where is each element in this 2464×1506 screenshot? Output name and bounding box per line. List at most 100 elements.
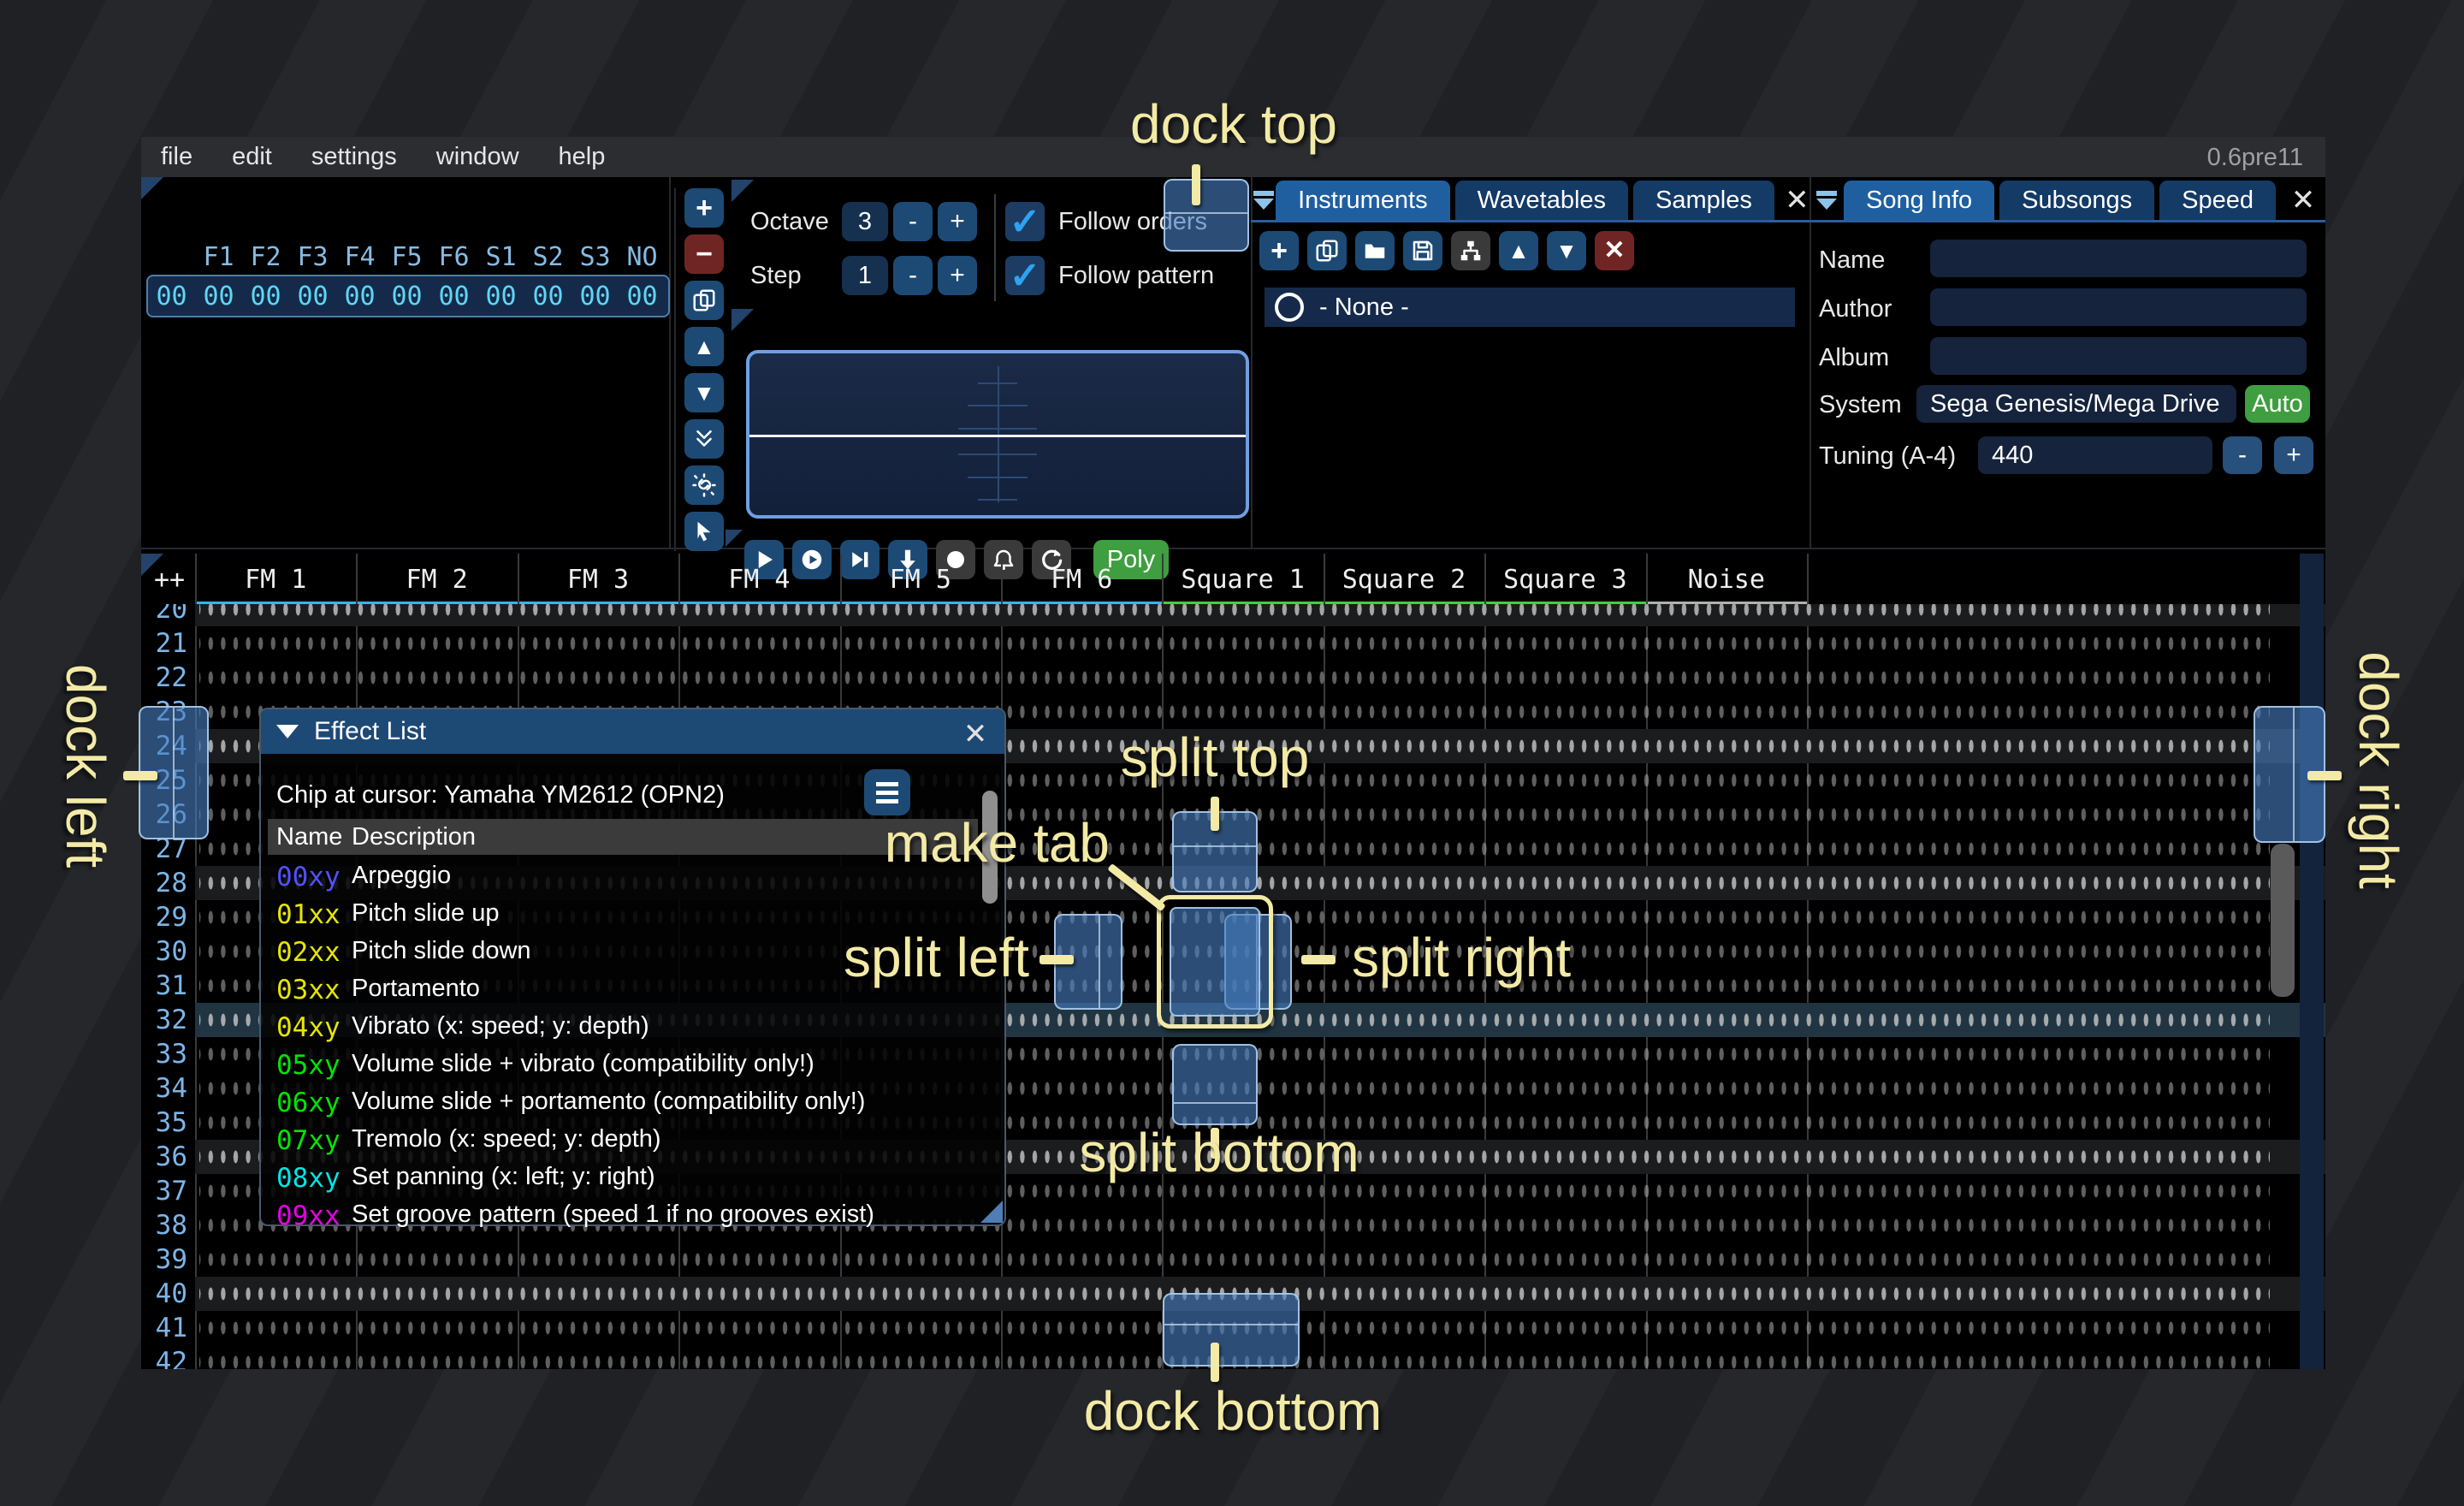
order-cell[interactable]: 00 (289, 282, 336, 311)
order-cell[interactable]: 00 (524, 282, 572, 311)
toggle-folders-button[interactable] (1451, 231, 1490, 270)
effect-row-09xx[interactable]: 09xxSet groove pattern (speed 1 if no gr… (268, 1195, 978, 1233)
add-button[interactable]: + (1259, 231, 1299, 270)
split-target-bottom[interactable] (1172, 1044, 1258, 1125)
instruments-tab-instruments[interactable]: Instruments (1276, 181, 1450, 220)
move-down-button[interactable]: ▼ (1547, 231, 1586, 270)
order-cell[interactable]: 00 (242, 282, 289, 311)
move-up-button[interactable]: ▲ (684, 327, 724, 366)
remove-button[interactable]: − (684, 234, 724, 274)
system-select[interactable]: Sega Genesis/Mega Drive (1916, 385, 2236, 423)
tuning-decrease-button[interactable]: - (2223, 436, 2262, 474)
panel-splitter[interactable] (141, 548, 2325, 549)
song-info-tab-subsongs[interactable]: Subsongs (1999, 181, 2154, 220)
name-field[interactable] (1930, 240, 2307, 277)
order-cell[interactable]: 00 (477, 282, 524, 311)
pattern-row-20[interactable]: 20 (141, 604, 2325, 626)
move-up-button[interactable]: ▲ (1499, 231, 1538, 270)
collapse-icon[interactable] (276, 725, 299, 738)
panel-splitter[interactable] (669, 177, 671, 548)
channel-header-noise[interactable]: Noise (1646, 558, 1807, 602)
channel-header-square-2[interactable]: Square 2 (1324, 558, 1484, 602)
dock-target-bottom[interactable] (1163, 1293, 1300, 1367)
add-button[interactable]: + (684, 188, 724, 228)
effect-list-menu-button[interactable] (864, 769, 910, 815)
effect-row-08xy[interactable]: 08xySet panning (x: left; y: right) (268, 1158, 978, 1195)
author-field[interactable] (1930, 288, 2307, 326)
delete-button[interactable]: ✕ (1595, 231, 1634, 270)
tuning-field[interactable]: 440 (1978, 436, 2212, 474)
close-icon[interactable]: ✕ (1785, 181, 1810, 220)
callout-line (1040, 955, 1074, 964)
window-collapse-icon[interactable] (1810, 181, 1844, 220)
instruments-toolbar: + ▲▼✕ (1259, 231, 1634, 270)
channel-header-square-1[interactable]: Square 1 (1162, 558, 1323, 602)
octave-value[interactable]: 3 (842, 202, 888, 241)
system-auto-button[interactable]: Auto (2245, 385, 2310, 423)
menu-item-file[interactable]: file (141, 143, 212, 171)
order-cell[interactable]: 00 (383, 282, 430, 311)
open-button[interactable] (1355, 231, 1395, 270)
menu-item-settings[interactable]: settings (292, 143, 417, 171)
pattern-row-39[interactable]: 39 (141, 1242, 2325, 1277)
duplicate-button[interactable] (684, 281, 724, 320)
effect-row-04xy[interactable]: 04xyVibrato (x: speed; y: depth) (268, 1007, 978, 1045)
dock-corner-icon (141, 177, 163, 199)
step-value[interactable]: 1 (842, 256, 888, 295)
menu-item-help[interactable]: help (539, 143, 625, 171)
move-down-button[interactable]: ▼ (684, 373, 724, 412)
channel-header-fm-6[interactable]: FM 6 (1001, 558, 1162, 602)
select-button[interactable] (684, 512, 724, 551)
octave-decrease-button[interactable]: - (893, 202, 933, 241)
order-cell[interactable]: 00 (195, 282, 242, 311)
song-info-tab-speed[interactable]: Speed (2159, 181, 2276, 220)
instruments-tab-wavetables[interactable]: Wavetables (1455, 181, 1628, 220)
effect-row-00xy[interactable]: 00xyArpeggio (268, 857, 978, 894)
album-field[interactable] (1930, 337, 2307, 375)
pattern-scrollbar-track[interactable] (2300, 554, 2324, 1369)
pattern-row-21[interactable]: 21 (141, 626, 2325, 661)
channel-header-fm-5[interactable]: FM 5 (840, 558, 1001, 602)
tab-underline (1810, 220, 2325, 222)
follow-orders-checkbox[interactable]: ✓ (1005, 202, 1045, 241)
instruments-tab-samples[interactable]: Samples (1633, 181, 1774, 220)
step-decrease-button[interactable]: - (893, 256, 933, 295)
resize-grip[interactable] (980, 1201, 1003, 1223)
window-collapse-icon[interactable] (1251, 181, 1276, 220)
duplicate-button[interactable] (1307, 231, 1347, 270)
pattern-row-22[interactable]: 22 (141, 661, 2325, 695)
close-icon[interactable]: ✕ (2286, 181, 2320, 220)
order-cell[interactable]: 00 (572, 282, 619, 311)
move-bottom-button[interactable] (684, 419, 724, 459)
song-info-tab-song-info[interactable]: Song Info (1844, 181, 1994, 220)
close-icon[interactable]: ✕ (958, 714, 992, 754)
channel-header-square-3[interactable]: Square 3 (1484, 558, 1645, 602)
menu-item-window[interactable]: window (417, 143, 539, 171)
system-label: System (1819, 391, 1902, 419)
channel-header-fm-1[interactable]: FM 1 (195, 558, 356, 602)
order-cell[interactable]: 00 (430, 282, 477, 311)
channel-header-fm-2[interactable]: FM 2 (356, 558, 517, 602)
effect-row-07xy[interactable]: 07xyTremolo (x: speed; y: depth) (268, 1120, 978, 1158)
octave-increase-button[interactable]: + (938, 202, 977, 241)
orders-row[interactable]: 0000000000000000000000 (146, 275, 670, 317)
step-increase-button[interactable]: + (938, 256, 977, 295)
effect-row-05xy[interactable]: 05xyVolume slide + vibrato (compatibilit… (268, 1045, 978, 1082)
pattern-scrollbar-handle[interactable] (2271, 844, 2295, 997)
description-column-header: Description (352, 823, 476, 851)
dock-target-top[interactable] (1164, 179, 1249, 252)
unlink-button[interactable] (684, 465, 724, 505)
channel-header-fm-4[interactable]: FM 4 (678, 558, 839, 602)
divider (994, 194, 996, 301)
follow-pattern-checkbox[interactable]: ✓ (1005, 256, 1045, 295)
effect-list-title-bar[interactable]: Effect List ✕ (261, 709, 1004, 754)
split-left-label: split left (844, 926, 1029, 989)
channel-header-fm-3[interactable]: FM 3 (518, 558, 678, 602)
menu-item-edit[interactable]: edit (212, 143, 292, 171)
effect-row-06xy[interactable]: 06xyVolume slide + portamento (compatibi… (268, 1082, 978, 1120)
save-button[interactable] (1403, 231, 1442, 270)
order-cell[interactable]: 00 (619, 282, 666, 311)
instrument-list-item[interactable]: - None - (1265, 288, 1795, 327)
order-cell[interactable]: 00 (336, 282, 383, 311)
tuning-increase-button[interactable]: + (2274, 436, 2313, 474)
